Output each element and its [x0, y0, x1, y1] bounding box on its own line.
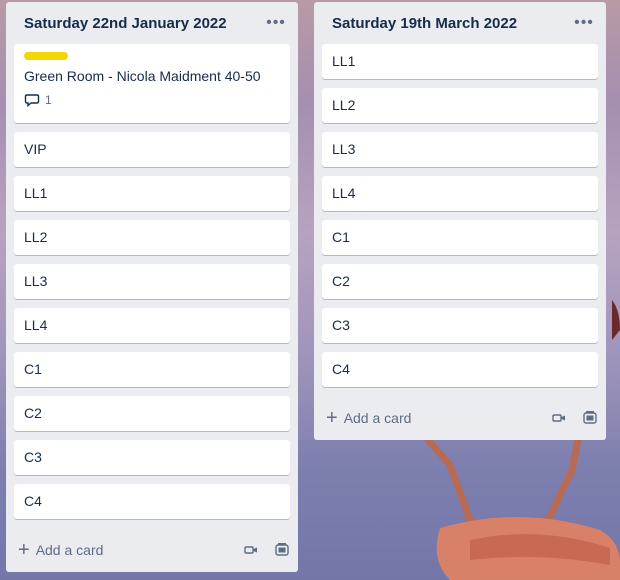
card-title: LL2	[24, 229, 48, 245]
card-title: LL3	[332, 141, 356, 157]
card[interactable]: LL2	[322, 88, 598, 123]
list-column: Saturday 22nd January 2022 ••• Green Roo…	[6, 2, 298, 572]
card[interactable]: C3	[14, 440, 290, 475]
card-title: C2	[24, 405, 42, 421]
plus-icon: +	[18, 539, 30, 561]
card[interactable]: LL1	[322, 44, 598, 79]
card[interactable]: LL3	[322, 132, 598, 167]
video-icon[interactable]	[552, 412, 566, 424]
video-icon[interactable]	[244, 544, 258, 556]
add-card-label: Add a card	[343, 410, 412, 426]
card[interactable]: LL4	[14, 308, 290, 343]
card-list: LL1 LL2 LL3 LL4 C1 C2 C3 C4	[314, 44, 606, 387]
card-title: C3	[332, 317, 350, 333]
card-title: LL1	[24, 185, 48, 201]
footer-icons	[228, 542, 290, 558]
list-title[interactable]: Saturday 22nd January 2022	[24, 15, 227, 32]
footer-icons	[536, 410, 598, 426]
list-header[interactable]: Saturday 19th March 2022 •••	[314, 2, 606, 44]
card[interactable]: C3	[322, 308, 598, 343]
card-title: Green Room - Nicola Maidment 40-50	[24, 68, 261, 84]
card-template-icon[interactable]	[274, 542, 290, 558]
card[interactable]: C2	[14, 396, 290, 431]
card-title: C1	[332, 229, 350, 245]
card-title: LL4	[332, 185, 356, 201]
card-title: C4	[24, 493, 42, 509]
list-footer: + Add a card	[6, 528, 298, 572]
card[interactable]: C4	[322, 352, 598, 387]
card-badges: 1	[24, 93, 280, 107]
plus-icon: +	[326, 407, 338, 429]
card-title: C4	[332, 361, 350, 377]
card-title: VIP	[24, 141, 47, 157]
card-template-icon[interactable]	[582, 410, 598, 426]
comment-icon	[24, 94, 40, 107]
card-title: C3	[24, 449, 42, 465]
card[interactable]: C2	[322, 264, 598, 299]
card-title: LL2	[332, 97, 356, 113]
card-title: LL1	[332, 53, 356, 69]
list-title[interactable]: Saturday 19th March 2022	[332, 15, 517, 32]
card[interactable]: LL4	[322, 176, 598, 211]
add-card-button[interactable]: + Add a card	[18, 539, 104, 561]
card[interactable]: VIP	[14, 132, 290, 167]
add-card-label: Add a card	[35, 542, 104, 558]
add-card-button[interactable]: + Add a card	[326, 407, 412, 429]
card[interactable]: Green Room - Nicola Maidment 40-50 1	[14, 44, 290, 123]
card-label-yellow[interactable]	[24, 52, 68, 60]
card[interactable]: C4	[14, 484, 290, 519]
card[interactable]: C1	[14, 352, 290, 387]
card[interactable]: C1	[322, 220, 598, 255]
card-title: LL3	[24, 273, 48, 289]
card-title: C2	[332, 273, 350, 289]
card[interactable]: LL1	[14, 176, 290, 211]
list-footer: + Add a card	[314, 396, 606, 440]
more-horizontal-icon[interactable]: •••	[570, 9, 598, 37]
card[interactable]: LL2	[14, 220, 290, 255]
comment-count: 1	[45, 93, 52, 107]
more-horizontal-icon[interactable]: •••	[262, 9, 290, 37]
list-header[interactable]: Saturday 22nd January 2022 •••	[6, 2, 298, 44]
card-list: Green Room - Nicola Maidment 40-50 1 VIP…	[6, 44, 298, 519]
list-column: Saturday 19th March 2022 ••• LL1 LL2 LL3…	[314, 2, 606, 440]
card-title: C1	[24, 361, 42, 377]
card-title: LL4	[24, 317, 48, 333]
card[interactable]: LL3	[14, 264, 290, 299]
